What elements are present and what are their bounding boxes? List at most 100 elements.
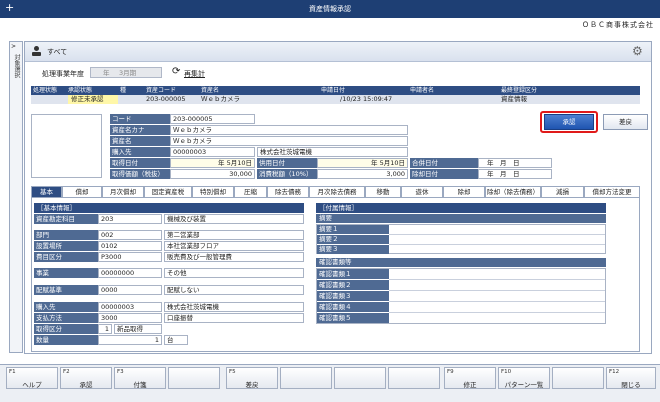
basic-code[interactable]: 1 <box>98 335 162 345</box>
fkey-name: ヘルプ <box>22 381 42 389</box>
tab-basic[interactable]: 基本 <box>31 186 62 197</box>
fkey-reject[interactable]: F5 差戻 <box>226 367 278 389</box>
side-tab-target-select[interactable]: > 対象選択 <box>9 41 23 353</box>
cost-label: 取得価額（税抜） <box>110 169 170 179</box>
acq-date-field[interactable]: 年 5月10日 <box>170 158 255 168</box>
cost-field[interactable]: 30,000 <box>170 169 255 179</box>
doc-row-field[interactable] <box>389 291 605 302</box>
basic-label: 配賦基準 <box>34 285 98 295</box>
refresh-icon[interactable]: ⟳ <box>172 67 180 77</box>
fkey-help[interactable]: F1 ヘルプ <box>6 367 58 389</box>
merge-date-field[interactable]: 年 月 日 <box>478 158 552 168</box>
basic-code[interactable]: 3000 <box>98 313 162 323</box>
doc-row-field[interactable] <box>389 302 605 313</box>
fkey-approve[interactable]: F2 承認 <box>60 367 112 389</box>
basic-code[interactable]: 0102 <box>98 241 162 251</box>
tab-compression[interactable]: 圧縮 <box>234 186 267 197</box>
basic-code[interactable]: 002 <box>98 230 162 240</box>
fkey-name: 修正 <box>463 381 477 389</box>
tab-removal[interactable]: 除却 <box>443 186 485 197</box>
basic-label: 支払方法 <box>34 313 98 323</box>
summary-row-field[interactable] <box>389 245 605 254</box>
summary-table: 摘要１ 摘要２ 摘要３ <box>316 224 606 254</box>
basic-code[interactable]: 0000 <box>98 285 162 295</box>
kana-field[interactable]: Ｗｅｂカメラ <box>170 125 408 135</box>
tab-property-tax[interactable]: 固定資産税 <box>144 186 192 197</box>
fiscal-year-value: 年 <box>103 69 110 77</box>
tab-monthly-depreciation[interactable]: 月次償却 <box>102 186 144 197</box>
col-asset-code[interactable]: 資産コード <box>146 86 176 95</box>
fkey-modify[interactable]: F9 修正 <box>444 367 496 389</box>
tab-method-change[interactable]: 償却方法変更 <box>584 186 640 197</box>
fkey-label: F12 <box>609 369 620 375</box>
vendor-code-field[interactable]: 00000003 <box>170 147 255 157</box>
fkey-empty <box>168 367 220 389</box>
col-asset-name[interactable]: 資産名 <box>201 86 219 95</box>
refresh-link[interactable]: 再集計 <box>184 69 205 79</box>
col-applicant[interactable]: 申請者名 <box>410 86 434 95</box>
basic-label: 費目区分 <box>34 252 98 262</box>
tab-special-depreciation[interactable]: 特別償却 <box>192 186 234 197</box>
name-field[interactable]: Ｗｅｂカメラ <box>170 136 408 146</box>
use-date-field[interactable]: 年 5月10日 <box>317 158 408 168</box>
code-label: コード <box>110 114 170 124</box>
grid-header: 処理状態 承認状態 種 資産コード 資産名 申請日付 申請者名 最終登録区分 <box>31 86 640 95</box>
approve-button[interactable]: 承認 <box>544 114 594 130</box>
remove-date-field[interactable]: 年 月 日 <box>478 169 552 179</box>
basic-label: 事業 <box>34 268 98 278</box>
tax-field[interactable]: 3,000 <box>317 169 408 179</box>
reject-button[interactable]: 差戻 <box>603 114 648 130</box>
title-bar: + 資産情報承認 <box>0 0 660 18</box>
fiscal-year-select[interactable]: 年 3月期 <box>90 67 162 78</box>
col-process-status[interactable]: 処理状態 <box>33 86 57 95</box>
col-type[interactable]: 種 <box>120 86 126 95</box>
fkey-pattern-list[interactable]: F10 パターン一覧 <box>498 367 550 389</box>
fkey-empty <box>280 367 332 389</box>
fkey-empty <box>334 367 386 389</box>
fiscal-year-label: 処理事業年度 <box>42 70 84 78</box>
doc-header: 確認書類等 <box>316 258 606 267</box>
fkey-sticky[interactable]: F3 付箋 <box>114 367 166 389</box>
doc-row-field[interactable] <box>389 313 605 323</box>
tab-impairment[interactable]: 減損 <box>541 186 584 197</box>
col-approval-status[interactable]: 承認状態 <box>68 86 92 95</box>
col-last-registration[interactable]: 最終登録区分 <box>501 86 537 95</box>
basic-code[interactable]: 00000000 <box>98 268 162 278</box>
basic-code[interactable]: 00000003 <box>98 302 162 312</box>
gear-icon[interactable]: ⚙ <box>632 45 644 57</box>
grid-row[interactable]: 修正未承認 203-000005 Ｗｅｂカメラ /10/23 15:09:47 … <box>31 95 640 104</box>
basic-value: 本社営業部フロア <box>164 241 304 251</box>
doc-row-field[interactable] <box>389 280 605 291</box>
asset-image <box>31 114 102 178</box>
acq-date-value: 年 5月10日 <box>218 159 252 167</box>
fkey-name: 付箋 <box>133 381 147 389</box>
basic-section-header: ［基本情報］ <box>34 203 304 213</box>
basic-label: 数量 <box>34 335 98 345</box>
summary-row-label: 摘要２ <box>317 235 389 244</box>
tab-monthly-aro[interactable]: 月次除去債務 <box>309 186 365 197</box>
summary-row-label: 摘要１ <box>317 225 389 234</box>
summary-row-field[interactable] <box>389 225 605 235</box>
tab-removal-aro[interactable]: 除却（除去債務） <box>485 186 541 197</box>
basic-value: 販売費及び一般管理費 <box>164 252 304 262</box>
tab-idle[interactable]: 遊休 <box>401 186 443 197</box>
use-date-label: 供用日付 <box>257 158 317 168</box>
doc-row-label: 確認書類１ <box>317 269 389 279</box>
basic-code[interactable]: P3000 <box>98 252 162 262</box>
tab-transfer[interactable]: 移動 <box>365 186 401 197</box>
tab-aro[interactable]: 除去債務 <box>267 186 309 197</box>
col-apply-date[interactable]: 申請日付 <box>321 86 345 95</box>
tax-label: 消費税額（10%） <box>257 169 317 179</box>
basic-label: 資産勘定科目 <box>34 214 98 224</box>
basic-code[interactable]: 1 <box>98 324 112 334</box>
code-field[interactable]: 203-000005 <box>170 114 255 124</box>
summary-row-field[interactable] <box>389 235 605 245</box>
fkey-close[interactable]: F12 閉じる <box>606 367 656 389</box>
tab-depreciation[interactable]: 償却 <box>62 186 102 197</box>
basic-value: 配賦しない <box>164 285 304 295</box>
fkey-name: 承認 <box>79 381 93 389</box>
basic-code[interactable]: 203 <box>98 214 162 224</box>
chevron-right-icon[interactable]: > <box>11 43 16 50</box>
fkey-label: F1 <box>9 369 16 375</box>
doc-row-field[interactable] <box>389 269 605 280</box>
